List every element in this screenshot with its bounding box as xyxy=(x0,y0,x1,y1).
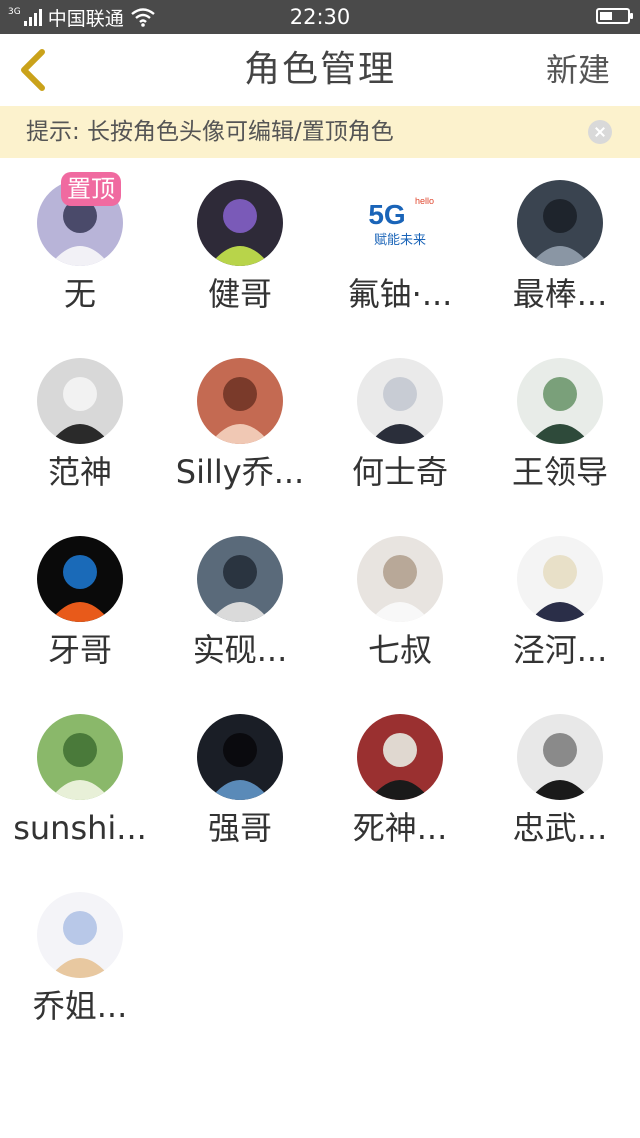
role-avatar[interactable] xyxy=(197,180,283,266)
role-avatar[interactable] xyxy=(357,536,443,622)
role-item[interactable]: 王领导 xyxy=(480,336,640,514)
role-item[interactable]: 强哥 xyxy=(160,692,320,870)
new-role-button[interactable]: 新建 xyxy=(546,49,610,91)
role-name: Silly乔... xyxy=(175,453,305,491)
avatar-image xyxy=(357,358,443,444)
role-avatar[interactable] xyxy=(517,180,603,266)
role-item[interactable]: sunshi... xyxy=(0,692,160,870)
role-name: 无 xyxy=(63,275,96,313)
role-name: 范神 xyxy=(47,453,112,491)
role-name: 最棒... xyxy=(512,275,608,313)
role-avatar[interactable] xyxy=(37,358,123,444)
role-name: 七叔 xyxy=(367,631,432,669)
role-name: 实砚... xyxy=(192,631,288,669)
role-item[interactable]: 七叔 xyxy=(320,514,480,692)
role-name: 强哥 xyxy=(207,809,272,847)
avatar-image xyxy=(197,358,283,444)
role-name: 牙哥 xyxy=(47,631,112,669)
role-avatar[interactable] xyxy=(517,714,603,800)
tip-text: 提示: 长按角色头像可编辑/置顶角色 xyxy=(26,119,394,145)
role-item[interactable]: 健哥 xyxy=(160,158,320,336)
avatar-image xyxy=(517,714,603,800)
page-title: 角色管理 xyxy=(243,49,396,90)
avatar-image: 5G hello 赋能未来 xyxy=(357,180,443,266)
avatar-image xyxy=(517,536,603,622)
role-item[interactable]: 死神... xyxy=(320,692,480,870)
logo-slogan: 赋能未来 xyxy=(374,233,426,248)
role-item[interactable]: 泾河... xyxy=(480,514,640,692)
role-item[interactable]: 范神 xyxy=(0,336,160,514)
role-avatar[interactable] xyxy=(197,714,283,800)
status-time: 22:30 xyxy=(289,5,351,29)
avatar-image xyxy=(197,714,283,800)
battery-icon xyxy=(596,8,633,24)
role-item[interactable]: 忠武... xyxy=(480,692,640,870)
role-item[interactable]: Silly乔... xyxy=(160,336,320,514)
role-avatar[interactable] xyxy=(357,714,443,800)
status-bar: 3G 中国联通 22:30 xyxy=(0,0,640,34)
role-avatar[interactable] xyxy=(357,358,443,444)
avatar-image xyxy=(37,714,123,800)
role-name: 王领导 xyxy=(511,453,608,491)
avatar-image xyxy=(197,536,283,622)
role-avatar[interactable] xyxy=(517,536,603,622)
role-item[interactable]: 实砚... xyxy=(160,514,320,692)
role-avatar[interactable] xyxy=(37,536,123,622)
role-avatar[interactable] xyxy=(37,892,123,978)
role-item[interactable]: 何士奇 xyxy=(320,336,480,514)
role-name: 泾河... xyxy=(512,631,608,669)
role-name: 忠武... xyxy=(512,809,608,847)
avatar-image xyxy=(517,358,603,444)
role-avatar[interactable] xyxy=(197,536,283,622)
role-avatar[interactable]: 5G hello 赋能未来 xyxy=(357,180,443,266)
role-avatar[interactable] xyxy=(197,358,283,444)
avatar-image xyxy=(37,358,123,444)
avatar-image xyxy=(357,714,443,800)
role-item[interactable]: 牙哥 xyxy=(0,514,160,692)
logo-tag: hello xyxy=(415,196,434,206)
role-name: 氟铀·... xyxy=(347,275,453,313)
avatar-image xyxy=(37,892,123,978)
role-avatar[interactable] xyxy=(37,714,123,800)
tip-bar: 提示: 长按角色头像可编辑/置顶角色 xyxy=(0,106,640,158)
avatar-image xyxy=(517,180,603,266)
role-name: sunshi... xyxy=(13,809,147,847)
avatar-image xyxy=(37,536,123,622)
role-item[interactable]: 置顶无 xyxy=(0,158,160,336)
pin-badge: 置顶 xyxy=(61,172,121,206)
role-item[interactable]: 最棒... xyxy=(480,158,640,336)
role-name: 死神... xyxy=(352,809,448,847)
nav-bar: 角色管理 新建 xyxy=(0,34,640,106)
role-avatar[interactable] xyxy=(517,358,603,444)
role-item[interactable]: 乔姐... xyxy=(0,870,160,1048)
avatar-image xyxy=(357,536,443,622)
logo-mark: 5G xyxy=(368,199,405,230)
role-item[interactable]: 5G hello 赋能未来氟铀·... xyxy=(320,158,480,336)
avatar-image xyxy=(197,180,283,266)
role-name: 何士奇 xyxy=(351,453,448,491)
role-name: 乔姐... xyxy=(32,987,128,1025)
role-name: 健哥 xyxy=(207,275,272,313)
close-icon[interactable] xyxy=(588,120,612,144)
